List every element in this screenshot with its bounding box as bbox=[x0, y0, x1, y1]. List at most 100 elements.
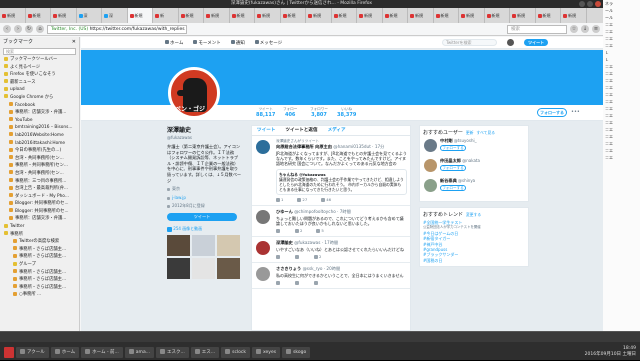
tweet-avatar[interactable] bbox=[256, 241, 270, 256]
timeline-tab[interactable]: ツイートと返信 bbox=[285, 126, 317, 135]
browser-tab[interactable]: 新規 bbox=[357, 8, 383, 23]
user-name[interactable]: 新谷泰典 bbox=[440, 178, 457, 183]
browser-tab[interactable]: 新規 bbox=[179, 8, 204, 23]
taskbar-button[interactable]: sclock bbox=[221, 346, 250, 358]
tweet-avatar[interactable] bbox=[256, 209, 270, 224]
tweet-author[interactable]: 向原総合法律事務所 向原主由 bbox=[276, 144, 332, 149]
menu-icon[interactable]: ≡ bbox=[592, 25, 600, 33]
reply-button[interactable] bbox=[276, 254, 281, 260]
tweet-author[interactable]: ひゆーん bbox=[276, 209, 293, 214]
browser-tab[interactable]: 新規 bbox=[26, 8, 51, 23]
tweet[interactable]: 深澤諭史 @fukazawas · 17時間 いやすごいなあ（いいね）とあとは公認… bbox=[252, 237, 410, 264]
bookmark-item[interactable]: 事務所：三つ目の事務所... bbox=[0, 178, 79, 186]
user-avatar[interactable] bbox=[424, 139, 437, 152]
profile-avatar[interactable]: ベン・ゴジ bbox=[168, 67, 220, 119]
url-bar[interactable]: Twitter, Inc. (US) https://twitter.com/f… bbox=[47, 24, 187, 34]
back-button[interactable]: ‹ bbox=[3, 25, 11, 33]
secure-identity[interactable]: Twitter, Inc. (US) bbox=[51, 27, 88, 32]
like-button[interactable]: 46 bbox=[321, 197, 331, 202]
profile-handle[interactable]: @fukazawas bbox=[167, 135, 242, 140]
follow-user-button[interactable]: フォローする bbox=[440, 185, 466, 191]
reply-button[interactable] bbox=[276, 280, 281, 286]
suggested-user[interactable]: 中村剛 @tsuyoshi_ フォローする bbox=[423, 138, 525, 158]
user-name[interactable]: 仲田晶太郎 bbox=[440, 158, 461, 163]
user-name[interactable]: 中村剛 bbox=[440, 138, 453, 143]
media-link[interactable]: 254 画像と動画 bbox=[167, 226, 242, 232]
browser-tab[interactable]: 新規 bbox=[459, 8, 485, 23]
browser-tab[interactable]: 新規 bbox=[51, 8, 77, 23]
change-trends-link[interactable]: 変更する bbox=[466, 212, 481, 217]
like-button[interactable] bbox=[314, 280, 319, 286]
browser-tab[interactable]: 新規 bbox=[434, 8, 459, 23]
reply-button[interactable] bbox=[276, 228, 281, 234]
bookmark-item[interactable]: ○事務所 ... bbox=[0, 291, 79, 299]
bookmark-item[interactable]: 今日の事務所(先生の...) bbox=[0, 147, 79, 155]
bookmark-item[interactable]: ブックマークツールバー bbox=[0, 56, 79, 64]
tweet-to-button[interactable]: ツイート bbox=[167, 213, 237, 222]
reply-button[interactable]: 1 bbox=[276, 197, 283, 202]
home-icon[interactable]: ⌂ bbox=[36, 25, 44, 33]
more-icon[interactable]: ••• bbox=[571, 110, 580, 115]
taskbar-button[interactable]: ホーム - 前... bbox=[81, 346, 123, 358]
browser-tab[interactable]: 新規 bbox=[561, 8, 587, 23]
nav-notifications[interactable]: 通知 bbox=[230, 40, 245, 46]
bookmark-item[interactable]: Blogger: 共同事務所のセ... bbox=[0, 208, 79, 216]
taskbar-button[interactable]: アクール bbox=[16, 346, 49, 358]
bookmark-item[interactable]: Facebook bbox=[0, 102, 79, 110]
browser-tab[interactable]: 新規 bbox=[306, 8, 332, 23]
bookmark-item[interactable]: Twitter bbox=[0, 223, 79, 231]
media-thumb[interactable] bbox=[217, 258, 240, 280]
retweet-button[interactable] bbox=[295, 280, 300, 286]
browser-tab[interactable]: 新規 bbox=[230, 8, 255, 23]
trend-item[interactable]: #国税の日 bbox=[423, 258, 525, 263]
bookmark-star-icon[interactable]: ☆ bbox=[570, 25, 578, 33]
profile-name[interactable]: 深澤諭史 bbox=[167, 125, 242, 134]
timeline-tab[interactable]: ツイート bbox=[257, 126, 275, 135]
profile-stat[interactable]: ツイート 88,117 bbox=[256, 107, 275, 118]
bookmark-item[interactable]: 台湾・共同事務所(セン... bbox=[0, 170, 79, 178]
download-icon[interactable]: ↓ bbox=[581, 25, 589, 33]
taskbar-button[interactable]: ホーム bbox=[50, 346, 80, 358]
bookmark-item[interactable]: Firefox を使いこなそう bbox=[0, 71, 79, 79]
timeline-tab[interactable]: メディア bbox=[328, 126, 346, 135]
nav-moments[interactable]: モーメント bbox=[193, 40, 221, 46]
tweet[interactable]: 深澤諭史さんがリツイート 向原総合法律事務所 向原主由 @hanami0135du… bbox=[252, 136, 410, 206]
media-thumb[interactable] bbox=[167, 258, 190, 280]
taskbar-button[interactable]: ama... bbox=[124, 346, 154, 358]
bookmark-item[interactable]: upload bbox=[0, 86, 79, 94]
nav-home[interactable]: ホーム bbox=[165, 40, 183, 46]
nav-messages[interactable]: メッセージ bbox=[254, 40, 282, 46]
browser-tab[interactable]: 新規 bbox=[255, 8, 281, 23]
bookmark-item[interactable]: 事務所・さらば店舗主... bbox=[0, 246, 79, 254]
close-button[interactable] bbox=[595, 1, 601, 7]
minimize-button[interactable] bbox=[579, 1, 585, 7]
bookmark-item[interactable]: 事務所・さらば店舗主... bbox=[0, 276, 79, 284]
retweet-button[interactable]: 2 bbox=[295, 228, 302, 234]
tweet[interactable]: ひゆーん @chimpofooltoycho · 7時間 ちょっと難しい問題がある… bbox=[252, 206, 410, 238]
bookmark-item[interactable]: 事務所・さらば店舗主... bbox=[0, 269, 79, 277]
bookmark-item[interactable]: YouTube bbox=[0, 117, 79, 125]
media-thumb[interactable] bbox=[192, 235, 215, 257]
media-thumb[interactable] bbox=[167, 235, 190, 257]
bookmark-item[interactable]: Blogger: 共同事務所のセ... bbox=[0, 200, 79, 208]
bookmark-item[interactable]: 事務所・さらば店舗主... bbox=[0, 284, 79, 292]
retweet-button[interactable]: 27 bbox=[297, 197, 307, 202]
browser-tab[interactable]: 新規 bbox=[536, 8, 561, 23]
refresh-link[interactable]: 更新 bbox=[466, 130, 474, 135]
browser-tab[interactable]: 新規 bbox=[0, 8, 26, 23]
browser-tab[interactable]: 新規 bbox=[281, 8, 306, 23]
bookmark-item[interactable]: 台湾・共同事務所(セン... bbox=[0, 155, 79, 163]
bookmark-item[interactable]: bmtraining2016 – Bisons... bbox=[0, 124, 79, 132]
bookmark-item[interactable]: 事務所 bbox=[0, 231, 79, 239]
browser-tab[interactable]: 新規 bbox=[510, 8, 536, 23]
browser-tab[interactable]: 新規 bbox=[383, 8, 408, 23]
profile-stat[interactable]: いいね 38,379 bbox=[337, 107, 356, 118]
follow-user-button[interactable]: フォローする bbox=[440, 165, 466, 171]
bookmark-item[interactable]: lab2016Website:Home bbox=[0, 132, 79, 140]
retweet-button[interactable] bbox=[295, 254, 300, 260]
user-avatar[interactable] bbox=[424, 179, 437, 192]
like-button[interactable]: 2 bbox=[314, 254, 321, 260]
search-input[interactable]: 検索 bbox=[507, 24, 567, 34]
bookmark-item[interactable]: 事務所：店舗交渉・弁護... bbox=[0, 109, 79, 117]
twitter-search-input[interactable]: Twitterを検索 bbox=[442, 39, 498, 46]
